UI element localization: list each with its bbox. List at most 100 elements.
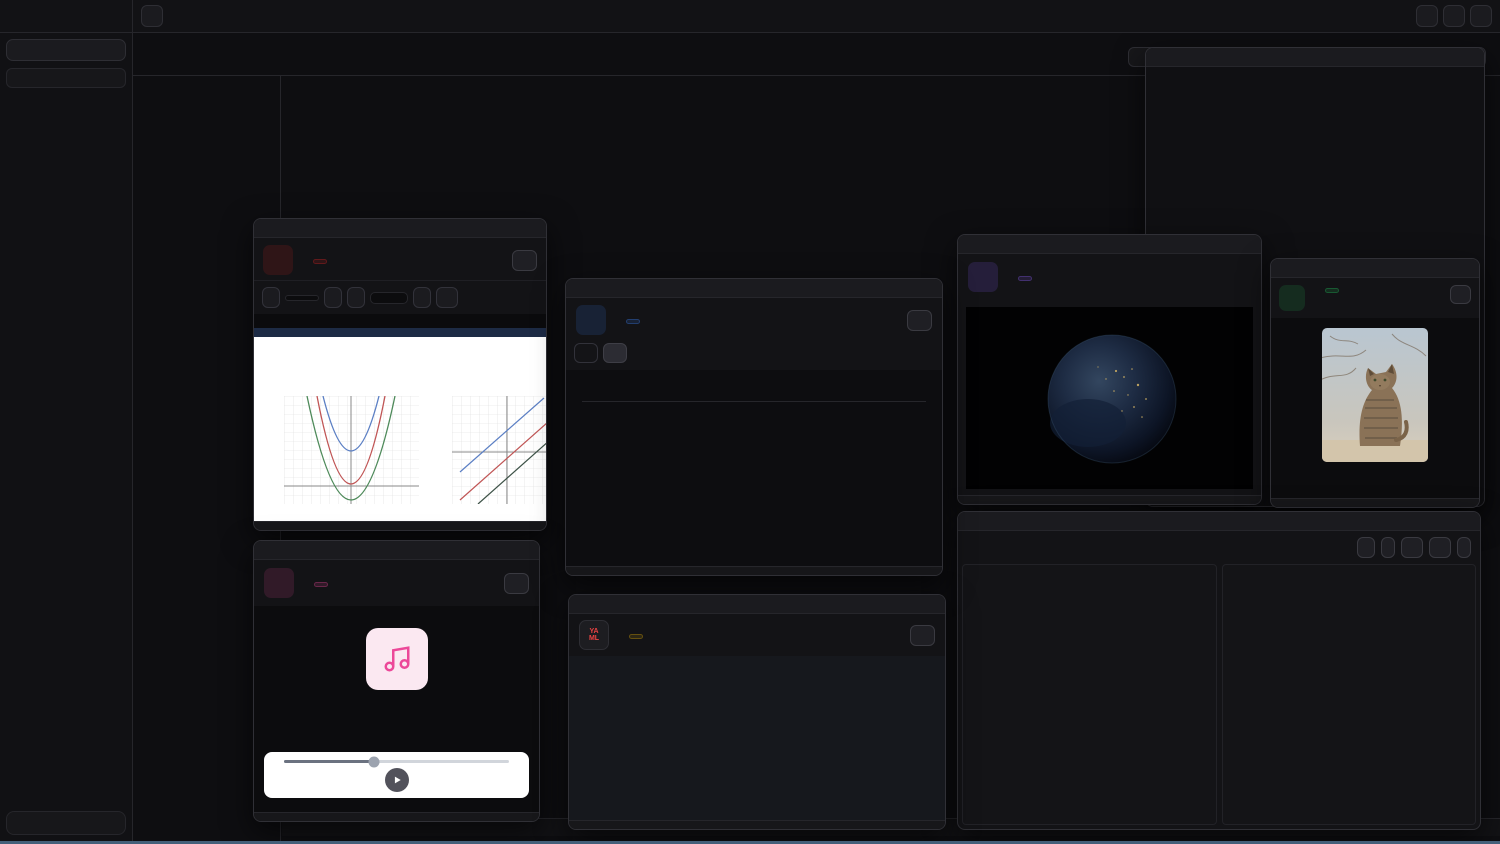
video-header (958, 254, 1261, 300)
seek-thumb[interactable] (369, 756, 380, 767)
pdf-window (253, 218, 547, 531)
diff-left-pane[interactable] (962, 564, 1217, 825)
expand-icon[interactable] (1441, 51, 1454, 64)
seek-slider[interactable] (284, 760, 509, 763)
audio-file-icon (264, 568, 294, 598)
zoom-out-button[interactable] (347, 287, 365, 308)
music-note-icon (382, 644, 412, 674)
close-icon[interactable] (920, 282, 933, 295)
cat-photo (1322, 328, 1428, 462)
grid-toolbar (285, 80, 370, 96)
pdf-file-icon (263, 245, 293, 275)
code-badge (629, 634, 643, 639)
up-button[interactable] (331, 80, 347, 96)
close-icon[interactable] (517, 544, 530, 557)
diff-right-pane[interactable] (1222, 564, 1477, 825)
audio-badge (314, 582, 328, 587)
download-page-button[interactable] (436, 287, 458, 308)
tab-edit[interactable] (574, 343, 598, 363)
admin-settings-button[interactable] (1443, 5, 1465, 27)
home-tab-button[interactable] (141, 5, 163, 27)
close-icon[interactable] (1462, 51, 1475, 64)
expand-icon[interactable] (1436, 262, 1449, 275)
markdown-footer-path (566, 566, 942, 575)
refresh-diff-button[interactable] (1457, 537, 1471, 558)
image-footer-path (1271, 498, 1479, 507)
markdown-title-bar[interactable] (566, 279, 942, 298)
back-button[interactable] (285, 80, 301, 96)
album-art (366, 628, 428, 690)
terminal-title-bar[interactable] (1146, 48, 1484, 67)
expand-icon[interactable] (1437, 515, 1450, 528)
diff-title-bar[interactable] (958, 512, 1480, 531)
markdown-badge (626, 319, 640, 324)
download-button[interactable] (504, 573, 529, 594)
image-viewer[interactable] (1281, 328, 1469, 488)
search-in-file-icon[interactable] (464, 251, 482, 269)
close-icon[interactable] (1458, 515, 1471, 528)
video-badge (1018, 276, 1032, 281)
preview-mode-icon[interactable] (883, 311, 901, 329)
search-in-file-icon[interactable] (859, 311, 877, 329)
download-button[interactable] (910, 625, 935, 646)
forward-button[interactable] (308, 80, 324, 96)
download-button[interactable] (512, 250, 537, 271)
markdown-file-icon (576, 305, 606, 335)
host-manager-button[interactable] (6, 39, 126, 61)
video-window (957, 234, 1262, 505)
code-title-bar[interactable] (569, 595, 945, 614)
next-page-button[interactable] (324, 287, 342, 308)
refresh-button[interactable] (354, 80, 370, 96)
close-icon[interactable] (923, 598, 936, 611)
preview-mode-icon[interactable] (886, 626, 904, 644)
brand-box (0, 0, 133, 33)
markdown-mode-tabs (566, 341, 942, 370)
search-in-file-icon[interactable] (862, 626, 880, 644)
toggle-view-button[interactable] (1381, 537, 1395, 558)
zoom-in-button[interactable] (413, 287, 431, 308)
markdown-header (566, 298, 942, 341)
previous-page-button[interactable] (262, 287, 280, 308)
chevron-down-button[interactable] (1416, 5, 1438, 27)
video-title-bar[interactable] (958, 235, 1261, 254)
audio-player (264, 752, 529, 798)
expand-icon[interactable] (503, 222, 516, 235)
expand-icon[interactable] (496, 544, 509, 557)
code-editor[interactable] (569, 656, 945, 820)
close-icon[interactable] (1457, 262, 1470, 275)
download-button[interactable] (1450, 285, 1471, 304)
host-search-input[interactable] (6, 68, 126, 88)
pdf-badge (313, 259, 327, 264)
preview-mode-icon[interactable] (488, 251, 506, 269)
side-by-side-button[interactable] (1357, 537, 1375, 558)
audio-title-bar[interactable] (254, 541, 539, 560)
download-left-button[interactable] (1401, 537, 1423, 558)
markdown-preview[interactable] (566, 370, 942, 566)
earth-video-frame (966, 307, 1253, 489)
pdf-viewport[interactable] (254, 314, 546, 521)
expand-icon[interactable] (899, 282, 912, 295)
download-button[interactable] (907, 310, 932, 331)
diff-panes (958, 564, 1480, 829)
image-window (1270, 258, 1480, 508)
chevron-up-button[interactable] (1470, 5, 1492, 27)
video-player[interactable] (966, 308, 1253, 487)
top-bar (0, 0, 1500, 33)
yaml-file-icon: YAML (579, 620, 609, 650)
user-menu[interactable] (6, 811, 126, 835)
host-groups (6, 96, 126, 805)
pdf-graph-parabolas (284, 396, 419, 504)
close-icon[interactable] (524, 222, 537, 235)
download-right-button[interactable] (1429, 537, 1451, 558)
pdf-toolbar (254, 280, 546, 314)
code-footer-path (569, 820, 945, 829)
expand-icon[interactable] (902, 598, 915, 611)
pdf-title-bar[interactable] (254, 219, 546, 238)
image-stage-wrap (1271, 318, 1479, 498)
play-button[interactable] (385, 768, 409, 792)
image-title-bar[interactable] (1271, 259, 1479, 278)
image-header (1271, 278, 1479, 318)
tab-preview[interactable] (603, 343, 627, 363)
markdown-window (565, 278, 943, 576)
zoom-level (370, 292, 408, 304)
